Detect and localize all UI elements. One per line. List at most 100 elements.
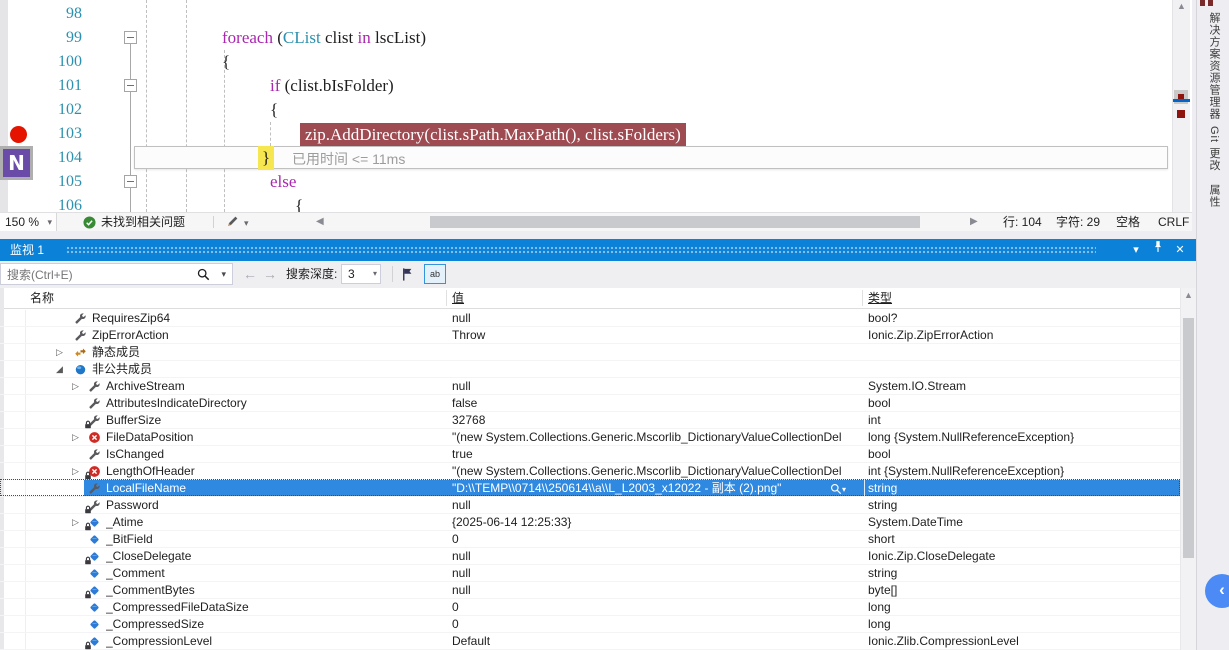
expander-expanded-icon[interactable]: ◢ (56, 361, 63, 378)
watch-name[interactable]: 静态成员 (92, 344, 140, 361)
expander-collapsed-icon[interactable]: ▷ (72, 378, 79, 395)
expander-collapsed-icon[interactable]: ▷ (56, 344, 63, 361)
watch-row-AttributesIndicateDirectory[interactable]: AttributesIndicateDirectoryfalsebool (0, 395, 1180, 412)
status-column-number[interactable]: 字符: 29 (1056, 213, 1100, 231)
scroll-up-icon[interactable]: ▲ (1181, 290, 1196, 300)
watch-name[interactable]: 非公共成员 (92, 361, 152, 378)
watch-row-_CompressionLevel[interactable]: _CompressionLevelDefaultIonic.Zlib.Compr… (0, 633, 1180, 650)
watch-value[interactable]: null (452, 497, 852, 514)
watch-value[interactable]: null (452, 378, 852, 395)
watch-value[interactable]: 32768 (452, 412, 852, 429)
watch-row-_Atime[interactable]: ▷_Atime{2025-06-14 12:25:33}System.DateT… (0, 514, 1180, 531)
watch-name[interactable]: _Comment (106, 565, 165, 582)
expander-collapsed-icon[interactable]: ▷ (72, 463, 79, 480)
chevron-down-icon[interactable]: ▾ (221, 264, 226, 284)
column-resizer[interactable] (862, 290, 863, 306)
watch-name[interactable]: _CloseDelegate (106, 548, 191, 565)
watch-option-flag-icon[interactable] (400, 266, 415, 285)
watch-name[interactable]: BufferSize (106, 412, 161, 429)
fold-collapse-button[interactable] (124, 175, 137, 188)
watch-row-_CommentBytes[interactable]: _CommentBytesnullbyte[] (0, 582, 1180, 599)
code-editor[interactable]: 9899foreach (CList clist in lscList)100{… (0, 0, 1192, 212)
search-depth-dropdown[interactable]: 3 ▾ (341, 264, 381, 284)
watch-name[interactable]: ZipErrorAction (92, 327, 169, 344)
status-eol-toggle[interactable]: CRLF (1158, 213, 1189, 231)
watch-row-LocalFileName[interactable]: LocalFileName"D:\\TEMP\\0714\\250614\\a\… (0, 480, 1180, 497)
highlighted-statement[interactable]: zip.AddDirectory(clist.sPath.MaxPath(), … (300, 123, 686, 147)
watch-value[interactable]: false (452, 395, 852, 412)
watch-row-_CompressedSize[interactable]: _CompressedSize0long (0, 616, 1180, 633)
column-header-name[interactable]: 名称 (30, 288, 54, 308)
watch-row-BufferSize[interactable]: BufferSize32768int (0, 412, 1180, 429)
watch-option-ab-icon[interactable]: ab (424, 264, 446, 284)
watch-value[interactable]: Throw (452, 327, 852, 344)
editor-vertical-scrollbar[interactable]: ▲ (1172, 0, 1190, 212)
watch-value[interactable]: null (452, 310, 852, 327)
watch-row-ZipErrorAction[interactable]: ZipErrorActionThrowIonic.Zip.ZipErrorAct… (0, 327, 1180, 344)
watch-name[interactable]: FileDataPosition (106, 429, 193, 446)
document-health-indicator[interactable]: 未找到相关问题 (83, 214, 185, 231)
watch-row-_BitField[interactable]: _BitField0short (0, 531, 1180, 548)
watch-row-静态成员[interactable]: ▷ 静态成员 (0, 344, 1180, 361)
tab-solution-explorer[interactable]: 解决方案资源管理器 (1206, 12, 1222, 120)
watch-name[interactable]: _CompressedSize (106, 616, 204, 633)
close-icon[interactable]: ✕ (1172, 239, 1188, 261)
status-spaces-toggle[interactable]: 空格 (1116, 213, 1140, 231)
watch-name[interactable]: LengthOfHeader (106, 463, 195, 480)
watch-name[interactable]: _BitField (106, 531, 153, 548)
zoom-dropdown[interactable]: 150 % ▾ (0, 213, 57, 231)
column-header-type[interactable]: 类型 (868, 288, 892, 308)
watch-row-LengthOfHeader[interactable]: ▷ LengthOfHeader "(new System.Collections.… (0, 463, 1180, 480)
watch-value[interactable]: null (452, 565, 852, 582)
watch-value[interactable]: 0 (452, 531, 852, 548)
watch-value[interactable]: null (452, 582, 852, 599)
onenote-n-icon[interactable]: N (0, 146, 33, 180)
watch-name[interactable]: _Atime (106, 514, 143, 531)
watch-row-Password[interactable]: Passwordnullstring (0, 497, 1180, 514)
watch-name[interactable]: Password (106, 497, 159, 514)
watch-value[interactable]: 0 (452, 616, 852, 633)
watch-value[interactable]: "(new System.Collections.Generic.Mscorli… (452, 463, 852, 480)
window-menu-caret-icon[interactable]: ▾ (1128, 239, 1144, 261)
watch-name[interactable]: _CompressionLevel (106, 633, 212, 650)
nav-back-icon[interactable]: ← (243, 264, 257, 284)
watch-value[interactable]: Default (452, 633, 852, 650)
watch-value[interactable]: {2025-06-14 12:25:33} (452, 514, 852, 531)
scroll-up-icon[interactable]: ▲ (1173, 1, 1190, 11)
watch-row-_CompressedFileDataSize[interactable]: _CompressedFileDataSize0long (0, 599, 1180, 616)
expander-collapsed-icon[interactable]: ▷ (72, 429, 79, 446)
pin-icon[interactable] (1150, 239, 1166, 261)
watch-name[interactable]: _CompressedFileDataSize (106, 599, 249, 616)
perf-tip[interactable]: 已用时间 <= 11ms (292, 147, 405, 171)
tab-properties[interactable]: 属性 (1206, 184, 1222, 208)
nav-forward-icon[interactable]: → (263, 264, 277, 284)
tab-git-changes[interactable]: Git 更改 (1206, 126, 1222, 171)
watch-row-FileDataPosition[interactable]: ▷ FileDataPosition "(new System.Collection… (0, 429, 1180, 446)
column-header-value[interactable]: 值 (452, 288, 464, 308)
breakpoint-icon[interactable] (10, 126, 27, 143)
watch-row-RequiresZip64[interactable]: RequiresZip64nullbool? (0, 310, 1180, 327)
search-input[interactable] (5, 265, 179, 285)
code-cleanup-button[interactable]: ▾ (226, 214, 249, 231)
expander-collapsed-icon[interactable]: ▷ (72, 514, 79, 531)
watch-name[interactable]: ArchiveStream (106, 378, 185, 395)
watch-value[interactable]: true (452, 446, 852, 463)
watch-row-ArchiveStream[interactable]: ▷ArchiveStreamnullSystem.IO.Stream (0, 378, 1180, 395)
fold-collapse-button[interactable] (124, 79, 137, 92)
watch-value[interactable]: 0 (452, 599, 852, 616)
fold-collapse-button[interactable] (124, 31, 137, 44)
watch-row-IsChanged[interactable]: IsChangedtruebool (0, 446, 1180, 463)
horizontal-scrollbar-thumb[interactable] (430, 216, 920, 228)
watch-value[interactable]: "(new System.Collections.Generic.Mscorli… (452, 429, 852, 446)
watch-name[interactable]: _CommentBytes (106, 582, 195, 599)
search-icon[interactable] (197, 268, 210, 281)
status-line-number[interactable]: 行: 104 (1003, 213, 1042, 231)
scroll-right-icon[interactable]: ▶ (970, 213, 978, 231)
watch-row-_CloseDelegate[interactable]: _CloseDelegatenullIonic.Zip.CloseDelegat… (0, 548, 1180, 565)
watch-value[interactable]: null (452, 548, 852, 565)
watch-row-非公共成员[interactable]: ◢ 非公共成员 (0, 361, 1180, 378)
column-resizer[interactable] (446, 290, 447, 306)
watch-name[interactable]: AttributesIndicateDirectory (106, 395, 247, 412)
watch-vertical-scrollbar[interactable]: ▲ (1180, 288, 1196, 650)
watch-search-box[interactable]: ▾ (0, 263, 233, 285)
